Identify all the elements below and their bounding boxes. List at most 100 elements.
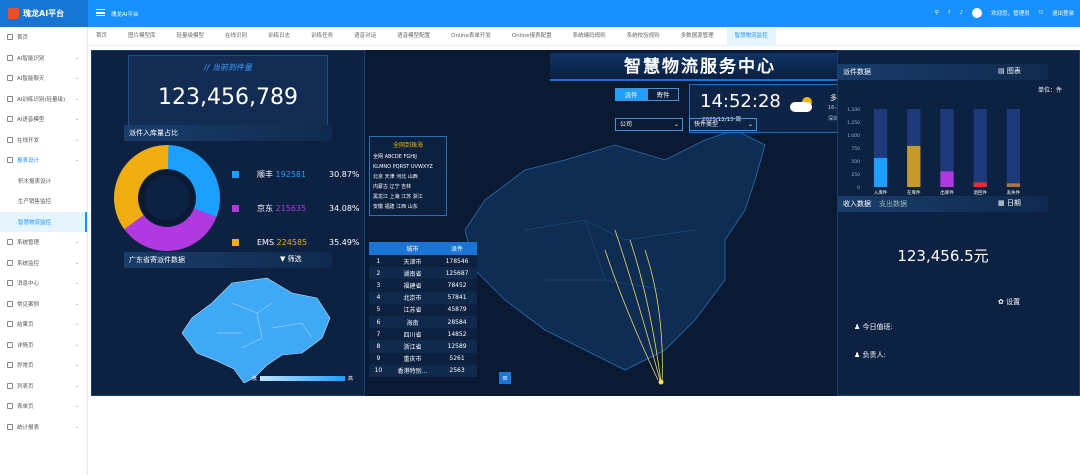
tab[interactable]: 智慧物流监控: [726, 26, 776, 46]
sidebar-item[interactable]: AI训练识别(轻量级) ⌄: [0, 89, 87, 110]
sidebar-item[interactable]: 常见案例 ⌄: [0, 294, 87, 315]
center-panel: 智慧物流服务中心 14:52:28 2025/12/15 周一 多云 16-22…: [365, 50, 869, 396]
legend-pct: 30.87%: [329, 169, 360, 179]
province-row[interactable]: 黑龙江 上海 江苏 浙江: [373, 192, 443, 202]
company-select[interactable]: 公司 ⌄: [615, 118, 683, 131]
table-row[interactable]: 2 湖南省 125687: [369, 267, 477, 280]
province-row[interactable]: 内蒙古 辽宁 吉林: [373, 182, 443, 192]
province-row[interactable]: 安徽 福建 江西 山东: [373, 202, 443, 212]
sidebar-item[interactable]: 系统监控 ⌄: [0, 253, 87, 274]
table-cell: 8: [376, 342, 381, 350]
province-row[interactable]: 北京 天津 河北 山西: [373, 172, 443, 182]
filter-icon: ▼: [280, 255, 286, 263]
sidebar-item[interactable]: 详情页 ⌄: [0, 335, 87, 356]
sidebar-item[interactable]: 统计报表 ⌄: [0, 417, 87, 438]
type-select[interactable]: 快件类型 ⌄: [689, 118, 757, 131]
table-row[interactable]: 6 海南 28584: [369, 315, 477, 329]
table-cell: 9: [376, 355, 381, 363]
income-tab[interactable]: 收入数据: [843, 200, 871, 208]
table-row[interactable]: 4 北京市 57841: [369, 291, 477, 304]
tab-send[interactable]: 寄件: [647, 88, 679, 101]
search-icon[interactable]: ⚲: [935, 10, 939, 16]
sidebar-item[interactable]: 首页: [0, 27, 87, 48]
sidebar-item[interactable]: 列表页 ⌄: [0, 376, 87, 397]
bar-background: [973, 109, 987, 187]
chevron-down-icon: ⌄: [74, 341, 79, 348]
tab[interactable]: 语音对话: [346, 27, 384, 46]
sidebar-item-label: 消息中心: [17, 281, 40, 288]
logout-icon[interactable]: ⎋: [1039, 10, 1043, 17]
sidebar-item[interactable]: 系统管理 ⌄: [0, 232, 87, 253]
sidebar-item[interactable]: AI智能聊天 ⌄: [0, 68, 87, 89]
sidebar-item[interactable]: 结果页 ⌄: [0, 314, 87, 335]
sidebar-item[interactable]: AI智能识别 ⌄: [0, 48, 87, 69]
tab-dispatch[interactable]: 派件: [615, 88, 647, 101]
table-row[interactable]: 7 四川省 14852: [369, 328, 477, 341]
province-box-title: 全网到珠海: [392, 142, 423, 149]
table-cell: 78452: [447, 281, 467, 289]
tab[interactable]: 训练日志: [260, 27, 298, 46]
sidebar-item[interactable]: 异常页 ⌄: [0, 355, 87, 376]
sidebar-item[interactable]: 消息中心 ⌄: [0, 273, 87, 294]
table-row[interactable]: 3 福建省 78452: [369, 279, 477, 292]
sidebar-item-label: 智慧物流监控: [18, 219, 52, 226]
province-row[interactable]: 全网 ABCDE FGHIJ: [373, 152, 443, 162]
tab[interactable]: Online表单开发: [443, 27, 499, 46]
chevron-down-icon: ⌄: [673, 121, 679, 128]
x-tick-label: 在库件: [907, 189, 921, 196]
legend-low: 低: [252, 376, 258, 382]
sidebar-item-label: AI智能识别: [17, 55, 45, 62]
list-toggle-icon[interactable]: ≡: [499, 372, 511, 384]
sidebar-subitem[interactable]: 生产销售监控: [0, 191, 87, 212]
y-tick-label: 250: [851, 172, 860, 178]
help-icon[interactable]: ?: [948, 10, 951, 16]
avatar[interactable]: [972, 8, 983, 18]
table-row[interactable]: 8 浙江省 12589: [369, 340, 477, 353]
tab[interactable]: 系统编码规则: [565, 27, 614, 46]
table-row[interactable]: 10 香港特别... 2563: [369, 364, 477, 377]
sidebar-item[interactable]: 表单页 ⌄: [0, 396, 87, 417]
bar-background: [1006, 109, 1021, 187]
sidebar-item[interactable]: 在线开发 ⌄: [0, 130, 87, 151]
settings-button[interactable]: ✿ 设置: [998, 297, 1020, 307]
table-row[interactable]: 5 江苏省 45879: [369, 303, 477, 316]
sidebar-item-label: AI训练识别(轻量级): [17, 96, 66, 103]
tab[interactable]: 在线识别: [217, 27, 255, 46]
x-tick-label: 丢失件: [1007, 189, 1021, 196]
logout-link[interactable]: 退出登录: [1052, 9, 1074, 17]
tab[interactable]: 多数据源管理: [673, 27, 722, 46]
chevron-down-icon: ⌄: [74, 54, 79, 61]
chart-icon: ▤: [998, 67, 1005, 75]
date-button[interactable]: ▦ 日期: [998, 198, 1021, 208]
menu-icon: [7, 259, 13, 266]
province-row[interactable]: KLMNO PQRST UVWXYZ: [373, 162, 443, 172]
sidebar-item-label: 常见案例: [17, 301, 40, 308]
menu-toggle-icon[interactable]: [96, 9, 105, 16]
menu-icon: [7, 34, 13, 41]
current-box: // 当前到件量 123,456,789: [128, 55, 328, 135]
tab[interactable]: 轻量级模型: [169, 27, 213, 46]
table-row[interactable]: 9 重庆市 5261: [369, 352, 477, 365]
tab[interactable]: 语音模型配置: [389, 27, 438, 46]
legend-value: 215635: [275, 203, 307, 213]
table-row[interactable]: 1 天津市 178546: [369, 255, 477, 268]
sidebar-subitem[interactable]: 智慧物流监控: [0, 211, 87, 232]
sidebar-item-label: 表单页: [17, 404, 34, 411]
tab[interactable]: 图片模型库: [120, 27, 164, 46]
filter-button[interactable]: ▼ 筛选: [280, 254, 302, 264]
tab[interactable]: Online报表配置: [504, 27, 560, 46]
tab[interactable]: 系统校验规则: [619, 27, 668, 46]
chart-button[interactable]: ▤ 图表: [998, 66, 1021, 76]
sidebar-item[interactable]: AI语音模型 ⌄: [0, 109, 87, 130]
expense-tab[interactable]: 支出数据: [879, 200, 907, 208]
bell-icon[interactable]: ♪: [960, 10, 964, 16]
legend-item: 顺丰 192581 30.87%: [232, 157, 362, 191]
table-cell: 重庆市: [403, 356, 422, 364]
menu-icon: [7, 341, 13, 348]
sidebar-item[interactable]: 报表设计 ⌄: [0, 150, 87, 171]
sidebar-subitem[interactable]: 积木报表设计: [0, 171, 87, 192]
chevron-down-icon: ⌄: [74, 116, 79, 123]
brand[interactable]: 瑰龙AI平台: [0, 0, 88, 27]
tab[interactable]: 首页: [88, 27, 115, 46]
tab[interactable]: 训练任务: [303, 27, 341, 46]
